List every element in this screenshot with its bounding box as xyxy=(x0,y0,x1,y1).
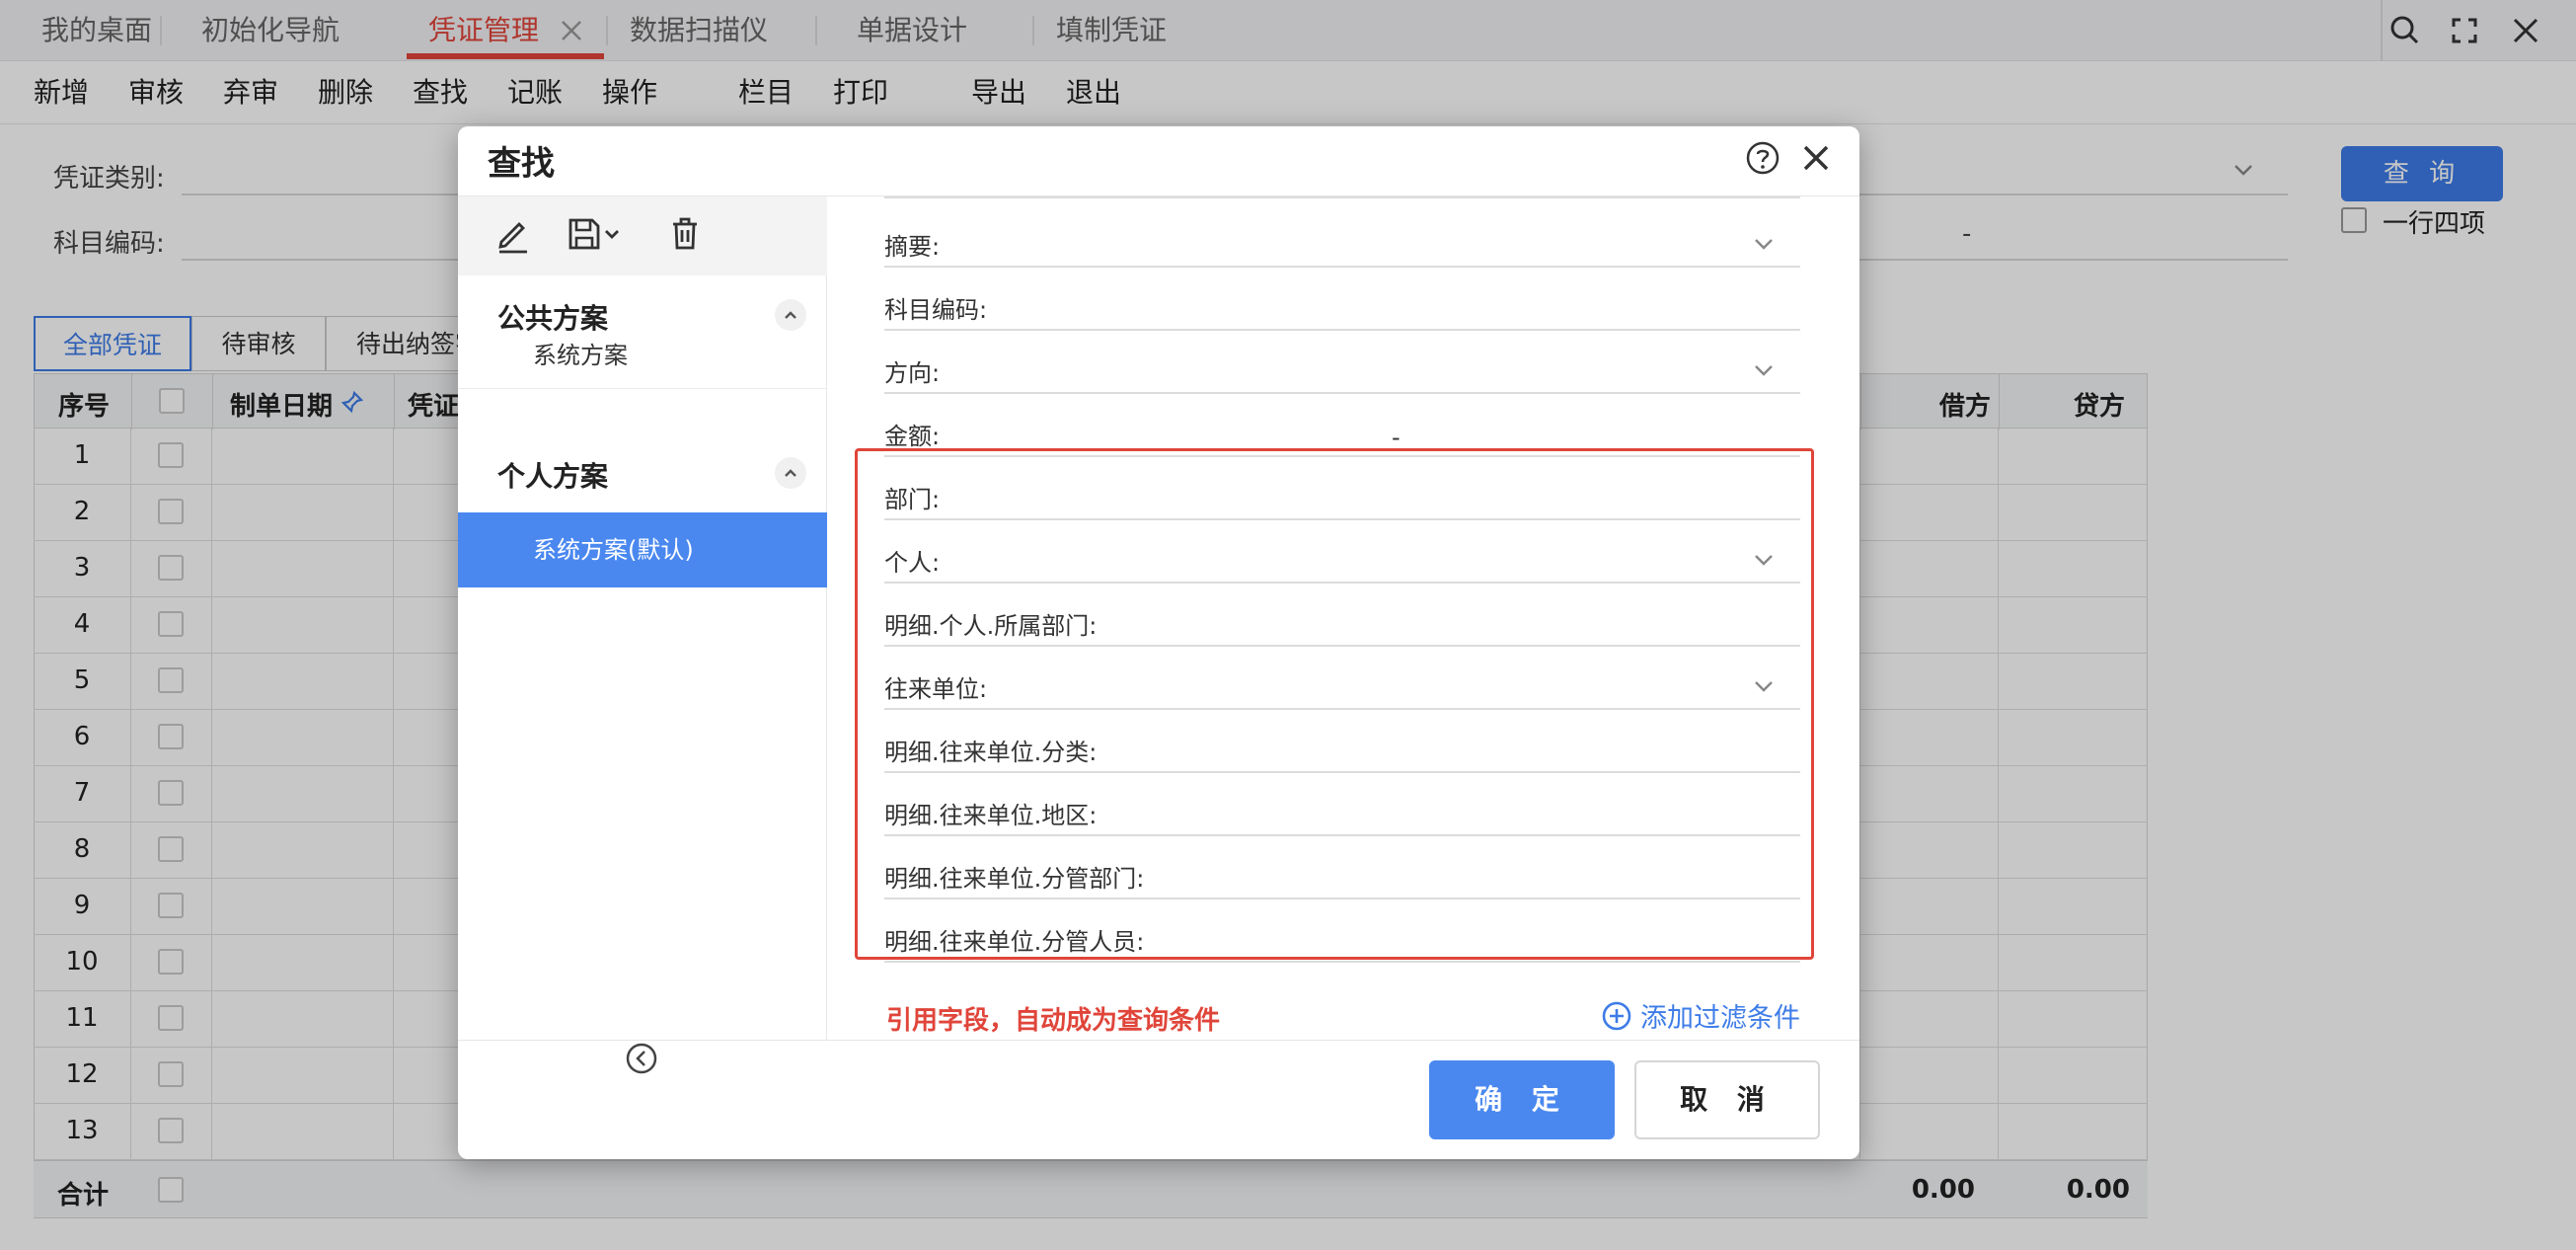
add-filter-label: 添加过滤条件 xyxy=(1640,1003,1800,1034)
divider xyxy=(884,196,1800,198)
confirm-button[interactable]: 确 定 xyxy=(1429,1060,1615,1139)
close-icon[interactable] xyxy=(1796,138,1836,178)
chevron-down-icon[interactable] xyxy=(1751,360,1777,380)
collapse-left-icon[interactable] xyxy=(624,1041,659,1076)
personal-scheme-section[interactable]: 个人方案 xyxy=(497,455,608,495)
divider xyxy=(458,388,827,389)
filter-field-label: 科目编码: xyxy=(884,296,988,324)
chevron-up-icon[interactable] xyxy=(775,457,806,489)
hint-text: 引用字段，自动成为查询条件 xyxy=(886,1006,1221,1036)
edit-icon[interactable] xyxy=(490,210,537,258)
scheme-toolbar xyxy=(458,196,827,275)
chevron-down-icon[interactable] xyxy=(1751,234,1777,254)
filter-field-row[interactable]: 方向: xyxy=(884,331,1800,394)
save-icon[interactable] xyxy=(563,210,624,258)
scheme-system[interactable]: 系统方案 xyxy=(458,318,827,393)
filter-field-underline xyxy=(884,961,1800,963)
cancel-button[interactable]: 取 消 xyxy=(1634,1060,1820,1139)
filter-field-label: 摘要: xyxy=(884,233,941,261)
plus-circle-icon xyxy=(1601,1000,1632,1032)
divider xyxy=(458,1040,1859,1041)
scheme-panel: 公共方案 系统方案 个人方案 系统方案(默认) xyxy=(458,196,827,1074)
referenced-fields-highlight xyxy=(855,448,1814,960)
filter-field-label: 方向: xyxy=(884,359,941,387)
filter-field-row[interactable]: 摘要: xyxy=(884,204,1800,268)
scheme-system-default[interactable]: 系统方案(默认) xyxy=(458,512,827,587)
add-filter-button[interactable]: 添加过滤条件 xyxy=(1601,996,1800,1035)
amount-range-dash: - xyxy=(1392,424,1401,451)
trash-icon[interactable] xyxy=(661,210,709,258)
help-icon[interactable] xyxy=(1743,138,1782,178)
dialog-title: 查找 xyxy=(488,144,555,184)
app-window: 我的桌面 初始化导航 凭证管理 数据扫描仪 单据设计 填制凭证 新增 审核 弃审… xyxy=(0,0,2576,1250)
filter-field-label: 金额: xyxy=(884,423,941,450)
filter-field-row[interactable]: 科目编码: xyxy=(884,268,1800,331)
